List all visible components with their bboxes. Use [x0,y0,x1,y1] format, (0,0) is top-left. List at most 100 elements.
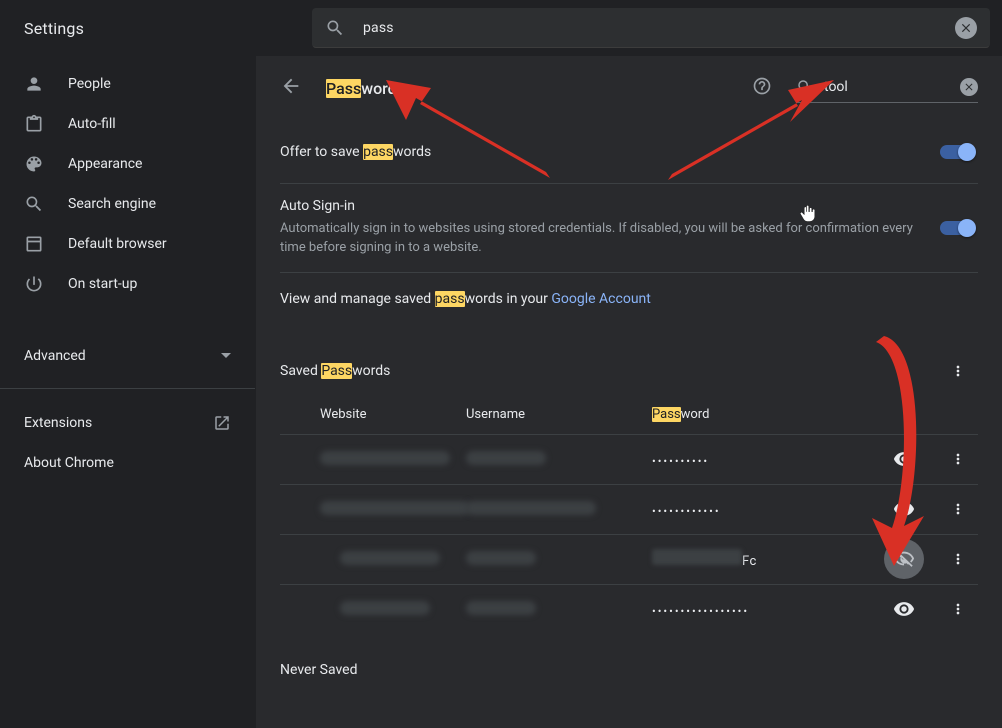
browser-icon [24,234,44,254]
col-username: Username [466,407,652,422]
sidebar-item-label: On start-up [68,276,137,292]
sidebar-advanced-label: Advanced [24,348,86,364]
top-bar: Settings pass [0,0,1002,56]
website-cell [320,501,470,515]
clipboard-icon [24,114,44,134]
sidebar-item-label: Auto-fill [68,116,116,132]
auto-sign-in-toggle[interactable] [940,221,974,235]
password-cell: •••••••••• [652,455,709,468]
highlight: pass [363,144,393,160]
page-header: Passwords tool [256,56,1002,120]
more-vert-icon [950,501,966,517]
row-label: Auto Sign-in [280,198,924,214]
content: Passwords tool Offer to save passwords [256,56,1002,728]
table-row: Fc [280,534,978,584]
row-description: Automatically sign in to websites using … [280,220,924,258]
highlight: Pass [326,79,361,98]
inner-search-clear-button[interactable] [960,78,978,96]
offer-to-save-toggle[interactable] [940,145,974,159]
top-search-value: pass [363,20,955,36]
sidebar-separator [0,388,255,389]
back-button[interactable] [280,75,302,101]
col-password: Password [652,407,838,422]
row-menu-button[interactable] [938,539,978,579]
more-vert-icon [950,551,966,567]
help-button[interactable] [752,76,772,100]
password-cell: Fc [652,554,757,569]
website-cell [340,601,430,615]
username-cell [466,451,546,465]
sidebar-item-people[interactable]: People [0,64,255,104]
eye-icon [893,498,915,520]
username-cell [466,551,536,565]
sidebar-advanced[interactable]: Advanced [0,332,255,380]
highlight: Pass [321,363,352,379]
chevron-down-icon [221,351,231,361]
inner-search-value: tool [824,79,960,95]
sidebar-about-label: About Chrome [24,455,114,471]
close-icon [963,81,975,93]
app-title: Settings [0,19,312,38]
page-title: Passwords [326,79,405,98]
sidebar-item-label: Appearance [68,156,142,172]
highlight: Pass [652,407,681,422]
sidebar-item-label: Default browser [68,236,167,252]
sidebar-item-default-browser[interactable]: Default browser [0,224,255,264]
auto-sign-in-row[interactable]: Auto Sign-in Automatically sign in to we… [280,184,978,273]
sidebar-about-chrome[interactable]: About Chrome [0,443,255,483]
sidebar-item-autofill[interactable]: Auto-fill [0,104,255,144]
more-vert-icon [950,601,966,617]
row-menu-button[interactable] [938,589,978,629]
sidebar-extensions-label: Extensions [24,415,92,431]
show-password-button[interactable] [884,589,924,629]
more-vert-icon [950,363,966,379]
top-search-input[interactable]: pass [312,8,990,48]
website-cell [320,451,450,465]
eye-off-icon [893,548,915,570]
sidebar-item-label: People [68,76,111,92]
close-icon [959,21,973,35]
arrow-back-icon [280,75,302,97]
table-row: •••••••••••• [280,484,978,534]
palette-icon [24,154,44,174]
show-password-button[interactable] [884,439,924,479]
username-cell [466,501,596,515]
external-link-icon [213,414,231,432]
saved-passwords-table: Website Username Password •••••••••• [280,395,978,634]
highlight: pass [435,291,465,307]
col-website: Website [280,407,466,422]
website-cell [340,551,440,565]
row-label: Offer to save passwords [280,144,924,160]
saved-passwords-menu-button[interactable] [938,351,978,391]
sidebar-item-label: Search engine [68,196,156,212]
help-icon [752,76,772,96]
clear-search-button[interactable] [955,17,977,39]
password-cell: •••••••••••• [652,505,721,518]
username-cell [466,601,536,615]
password-cell: ••••••••••••••••• [652,605,749,618]
saved-passwords-title: Saved Passwords [280,363,938,379]
power-icon [24,274,44,294]
row-menu-button[interactable] [938,439,978,479]
sidebar-item-on-startup[interactable]: On start-up [0,264,255,304]
search-icon [325,18,345,38]
hide-password-button[interactable] [884,539,924,579]
search-icon [796,78,814,96]
search-icon [24,194,44,214]
eye-icon [893,448,915,470]
sidebar-extensions[interactable]: Extensions [0,403,255,443]
show-password-button[interactable] [884,489,924,529]
google-account-link[interactable]: Google Account [551,291,650,307]
table-row: •••••••••• [280,434,978,484]
sidebar-item-search-engine[interactable]: Search engine [0,184,255,224]
manage-passwords-link-row: View and manage saved passwords in your … [280,273,978,325]
row-menu-button[interactable] [938,489,978,529]
sidebar-item-appearance[interactable]: Appearance [0,144,255,184]
never-saved-heading: Never Saved [280,634,978,678]
table-row: ••••••••••••••••• [280,584,978,634]
more-vert-icon [950,451,966,467]
inner-search-input[interactable]: tool [796,74,978,103]
offer-to-save-passwords-row[interactable]: Offer to save passwords [280,120,978,184]
saved-passwords-header: Saved Passwords [280,347,978,395]
sidebar: People Auto-fill Appearance Search engin… [0,56,256,728]
